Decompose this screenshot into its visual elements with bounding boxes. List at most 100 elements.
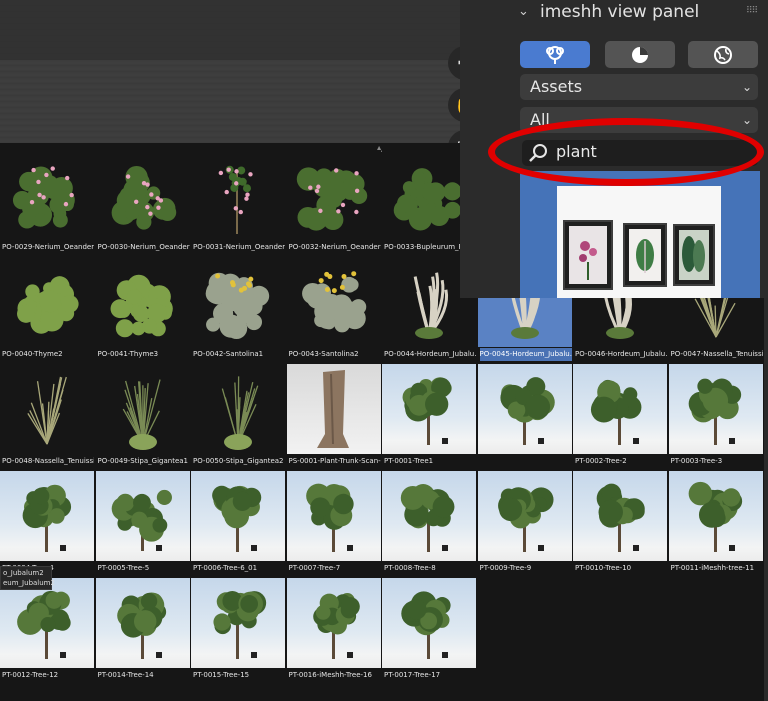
asset-tile[interactable]: PT-0012-Tree-12 (0, 578, 94, 682)
asset-label: PT-0002-Tree-2 (575, 457, 627, 465)
material-icon (632, 46, 648, 63)
asset-tile[interactable]: PO-0043-Santolina2 (286, 257, 381, 361)
panel-header[interactable]: ⌄ imeshh view panel ⠿⠿ (460, 0, 768, 28)
asset-tile[interactable]: PO-0029-Nerium_Oeander1 (0, 150, 94, 254)
asset-tile[interactable]: PO-0041-Thyme3 (95, 257, 190, 361)
asset-label: PO-0049-Stipa_Gigantea1 (97, 457, 189, 465)
asset-label: PO-0042-Santolina1 (193, 350, 264, 358)
asset-thumbnail (382, 364, 476, 454)
tab-world[interactable] (688, 41, 758, 68)
asset-thumbnail (382, 578, 476, 668)
asset-tile[interactable]: PT-0005-Tree-5 (95, 471, 190, 575)
asset-tile[interactable]: PO-0031-Nerium_Oeander3 (191, 150, 285, 254)
asset-label: PT-0009-Tree-9 (479, 564, 532, 572)
asset-label: PO-0047-Nassella_Tenuissi... (670, 350, 763, 358)
tooltip-line-1: o_Jubalum2 (3, 569, 44, 577)
asset-tile[interactable]: PO-0030-Nerium_Oeander2 (95, 150, 190, 254)
asset-label: PO-0050-Stipa_Gigantea2 (193, 457, 284, 465)
asset-tile[interactable]: PO-0042-Santolina1 (191, 257, 285, 361)
asset-label: PO-0048-Nassella_Tenuissi... (2, 457, 94, 465)
asset-tile[interactable]: PT-0009-Tree-9 (477, 471, 572, 575)
asset-thumbnail (95, 578, 190, 668)
asset-tile[interactable]: PT-0010-Tree-10 (573, 471, 667, 575)
asset-thumbnail (191, 471, 285, 561)
preview-image (557, 186, 721, 298)
frame-1 (563, 220, 613, 290)
asset-thumbnail (191, 257, 285, 347)
asset-icon (546, 45, 564, 64)
asset-label (480, 455, 572, 468)
chevron-down-icon: ⌄ (741, 113, 752, 127)
asset-tile[interactable]: PT-0017-Tree-17 (382, 578, 476, 682)
asset-tile[interactable]: PO-0050-Stipa_Gigantea2 (191, 364, 285, 468)
panel-tabs (520, 41, 760, 68)
asset-label: PO-0044-Hordeum_Jubalu... (384, 350, 476, 358)
leaf-art (629, 229, 661, 281)
asset-label: PT-0015-Tree-15 (193, 671, 250, 679)
asset-tile[interactable]: PO-0032-Nerium_Oeander4 (286, 150, 381, 254)
tab-materials[interactable] (605, 41, 675, 68)
asset-tile[interactable]: PO-0049-Stipa_Gigantea1 (95, 364, 190, 468)
world-icon (714, 45, 732, 64)
asset-tile[interactable]: PT-0003-Tree-3 (668, 364, 763, 468)
asset-tile[interactable]: PT-0008-Tree-8 (382, 471, 476, 575)
asset-label: PO-0029-Nerium_Oeander1 (2, 243, 94, 251)
asset-thumbnail (95, 257, 190, 347)
asset-tile[interactable]: PT-0011-iMeshh-tree-11 (668, 471, 763, 575)
asset-tile[interactable]: PS-0001-Plant-Trunk-Scan-1 (286, 364, 381, 468)
browser-scrollbar[interactable] (764, 298, 768, 701)
asset-tile[interactable]: PT-0001-Tree1 (382, 364, 476, 468)
chevron-down-icon: ⌄ (741, 80, 752, 94)
asset-tile[interactable]: PO-0040-Thyme2 (0, 257, 94, 361)
asset-label: PT-0008-Tree-8 (384, 564, 436, 572)
asset-thumbnail (286, 150, 381, 240)
asset-thumbnail (0, 578, 94, 668)
asset-thumbnail (0, 471, 94, 561)
asset-thumbnail (573, 471, 667, 561)
asset-tile[interactable]: PT-0002-Tree-2 (573, 364, 667, 468)
asset-label: PO-0030-Nerium_Oeander2 (97, 243, 190, 251)
asset-label: PO-0031-Nerium_Oeander3 (193, 243, 285, 251)
asset-thumbnail (0, 150, 94, 240)
asset-tile[interactable]: PT-0006-Tree-6_01 (191, 471, 285, 575)
asset-tile[interactable]: PT-0015-Tree-15 (191, 578, 285, 682)
asset-label: PO-0032-Nerium_Oeander4 (288, 243, 381, 251)
asset-label: PT-0016-iMeshh-Tree-16 (288, 671, 372, 679)
orchid-art (569, 226, 607, 284)
asset-tile[interactable]: PT-0014-Tree-14 (95, 578, 190, 682)
asset-label: PT-0007-Tree-7 (288, 564, 341, 572)
3d-viewport[interactable] (0, 0, 460, 143)
tooltip-line-2: eum_Jubalum2 (3, 579, 55, 587)
asset-tile[interactable]: PT-0016-iMeshh-Tree-16 (286, 578, 381, 682)
frame-2 (623, 223, 667, 287)
asset-thumbnail (286, 257, 381, 347)
tab-assets[interactable] (520, 41, 590, 68)
asset-thumbnail (0, 364, 94, 454)
asset-tile[interactable]: PT-0004-Tree-4 (0, 471, 94, 575)
chevron-down-icon[interactable]: ⌄ (518, 4, 529, 19)
frame-3 (673, 224, 715, 286)
asset-thumbnail (286, 471, 381, 561)
asset-thumbnail (191, 578, 285, 668)
asset-label: PT-0012-Tree-12 (2, 671, 59, 679)
asset-tile[interactable]: PO-0048-Nassella_Tenuissi... (0, 364, 94, 468)
category-dropdown[interactable]: Assets ⌄ (520, 74, 758, 100)
asset-tile[interactable] (477, 364, 572, 468)
asset-label: PT-0010-Tree-10 (575, 564, 632, 572)
asset-thumbnail (286, 578, 381, 668)
asset-label: PT-0006-Tree-6_01 (193, 564, 258, 572)
asset-label: PO-0045-Hordeum_Jubalu... (479, 348, 572, 361)
asset-thumbnail (382, 471, 476, 561)
asset-thumbnail (0, 257, 94, 347)
asset-label: PT-0003-Tree-3 (670, 457, 723, 465)
asset-thumbnail (191, 150, 285, 240)
panel-title: imeshh view panel (540, 2, 700, 22)
asset-thumbnail (573, 364, 667, 454)
asset-thumbnail (477, 364, 572, 454)
asset-tile[interactable]: PT-0007-Tree-7 (286, 471, 381, 575)
drag-grip-icon[interactable]: ⠿⠿ (746, 6, 758, 16)
asset-thumbnail (286, 364, 381, 454)
highlight-annotation (488, 118, 764, 186)
asset-thumbnail (95, 471, 190, 561)
asset-label: PT-0011-iMeshh-tree-11 (670, 564, 755, 572)
